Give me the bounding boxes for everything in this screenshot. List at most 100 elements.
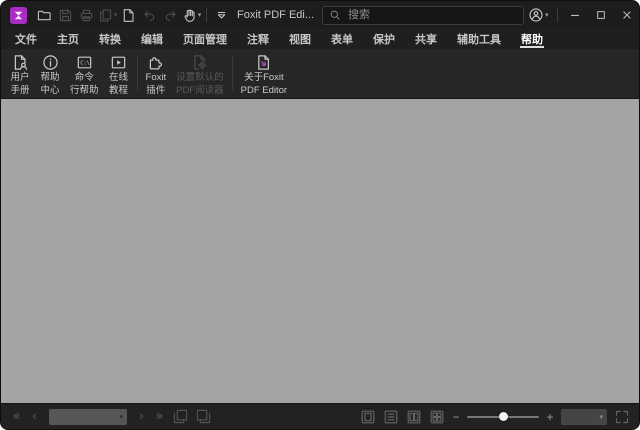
button-label: 手册: [10, 86, 29, 97]
close-icon: [620, 8, 634, 22]
continuous-view-icon: [384, 410, 398, 424]
tab-page-organize[interactable]: 页面管理: [173, 29, 237, 49]
zoom-level-combobox[interactable]: ▾: [561, 409, 607, 425]
maximize-icon: [594, 8, 608, 22]
tab-edit[interactable]: 编辑: [131, 29, 173, 49]
about-foxit-icon: [255, 54, 272, 71]
titlebar-separator: [557, 8, 558, 22]
save-icon: [58, 8, 73, 23]
zoom-slider-handle[interactable]: [499, 412, 508, 421]
previous-view-button[interactable]: [171, 408, 189, 426]
help-center-button[interactable]: 帮助 中心: [35, 50, 65, 96]
button-label: 教程: [109, 86, 128, 97]
last-page-button[interactable]: »: [153, 408, 166, 426]
zoom-slider[interactable]: [467, 409, 539, 425]
next-page-button[interactable]: ›: [135, 408, 148, 426]
foxit-plugin-icon: [147, 54, 164, 71]
titlebar: ▾ ▾: [1, 1, 639, 29]
button-label: 关于Foxit: [244, 73, 284, 84]
page-navigation: « ‹ ▾ › »: [10, 408, 212, 426]
close-button[interactable]: [614, 2, 640, 28]
account-button[interactable]: ▾: [524, 4, 553, 26]
button-label: PDF Editor: [241, 86, 287, 97]
hand-tool-button[interactable]: ▾: [181, 4, 202, 26]
next-view-icon: [196, 409, 211, 424]
minimize-icon: [568, 8, 582, 22]
tab-file[interactable]: 文件: [5, 29, 47, 49]
continuous-view-button[interactable]: [382, 408, 399, 425]
command-line-help-button[interactable]: C:\ 命令 行帮助: [65, 50, 104, 96]
statusbar: « ‹ ▾ › »: [1, 403, 639, 429]
caret-down-icon: ▾: [198, 11, 202, 19]
undo-icon: [142, 8, 157, 23]
default-pdf-reader-button[interactable]: 设置默认的 PDF阅读器: [171, 50, 229, 96]
tab-view[interactable]: 视图: [279, 29, 321, 49]
zoom-out-button[interactable]: −: [451, 409, 461, 425]
about-foxit-button[interactable]: 关于Foxit PDF Editor: [236, 50, 292, 96]
next-view-button[interactable]: [194, 408, 212, 426]
maximize-button[interactable]: [588, 2, 614, 28]
user-manual-icon: [12, 54, 29, 71]
ribbon-group-separator: [232, 56, 233, 90]
save-button[interactable]: [55, 4, 76, 26]
search-input[interactable]: [346, 8, 517, 22]
fullscreen-icon: [615, 410, 629, 424]
copy-icon: [98, 8, 113, 23]
minimize-button[interactable]: [562, 2, 588, 28]
view-and-zoom-controls: − + ▾: [359, 408, 630, 425]
tab-protect[interactable]: 保护: [363, 29, 405, 49]
button-label: 中心: [40, 86, 59, 97]
titlebar-right-controls: ▾: [524, 2, 640, 28]
facing-view-icon: [407, 410, 421, 424]
fullscreen-button[interactable]: [613, 408, 630, 425]
page-number-combobox[interactable]: ▾: [49, 409, 127, 425]
document-area[interactable]: [1, 99, 639, 403]
foxit-logo-icon[interactable]: [10, 7, 27, 24]
titlebar-separator: [206, 8, 207, 22]
undo-button[interactable]: [139, 4, 160, 26]
search-box[interactable]: [322, 6, 524, 25]
redo-button[interactable]: [160, 4, 181, 26]
zoom-in-button[interactable]: +: [545, 409, 555, 425]
continuous-facing-view-button[interactable]: [428, 408, 445, 425]
open-file-button[interactable]: [34, 4, 55, 26]
tab-share[interactable]: 共享: [405, 29, 447, 49]
tab-help[interactable]: 帮助: [511, 29, 553, 49]
command-line-help-icon: C:\: [76, 54, 93, 71]
previous-page-button[interactable]: ‹: [28, 408, 41, 426]
foxit-plugin-button[interactable]: Foxit 插件: [141, 50, 172, 96]
create-pdf-icon: [121, 8, 136, 23]
tab-convert[interactable]: 转换: [89, 29, 131, 49]
caret-down-icon: ▾: [119, 413, 123, 421]
continuous-facing-view-icon: [430, 410, 444, 424]
previous-view-icon: [173, 409, 188, 424]
tab-accessibility[interactable]: 辅助工具: [447, 29, 511, 49]
button-label: 设置默认的: [176, 73, 224, 84]
tab-form[interactable]: 表单: [321, 29, 363, 49]
tab-comment[interactable]: 注释: [237, 29, 279, 49]
command-line-glyph: C:\: [80, 60, 90, 66]
copy-button[interactable]: ▾: [97, 4, 118, 26]
single-page-view-button[interactable]: [359, 408, 376, 425]
foxit-pdf-editor-window: ▾ ▾: [0, 0, 640, 430]
ribbon-customize-button[interactable]: [211, 4, 232, 26]
search-icon: [329, 9, 341, 21]
caret-down-icon: ▾: [599, 413, 603, 421]
print-icon: [79, 8, 94, 23]
print-button[interactable]: [76, 4, 97, 26]
create-pdf-button[interactable]: [118, 4, 139, 26]
user-manual-button[interactable]: 用户 手册: [5, 50, 35, 96]
default-pdf-reader-icon: [191, 54, 208, 71]
single-page-view-icon: [361, 410, 375, 424]
online-tutorial-icon: [110, 54, 127, 71]
first-page-button[interactable]: «: [10, 408, 23, 426]
redo-icon: [163, 8, 178, 23]
button-label: 用户: [10, 73, 29, 84]
tab-home[interactable]: 主页: [47, 29, 89, 49]
button-label: Foxit: [146, 73, 167, 84]
button-label: 命令: [75, 73, 94, 84]
online-tutorial-button[interactable]: 在线 教程: [104, 50, 134, 96]
facing-view-button[interactable]: [405, 408, 422, 425]
caret-down-icon: ▾: [545, 11, 549, 19]
button-label: 在线: [109, 73, 128, 84]
